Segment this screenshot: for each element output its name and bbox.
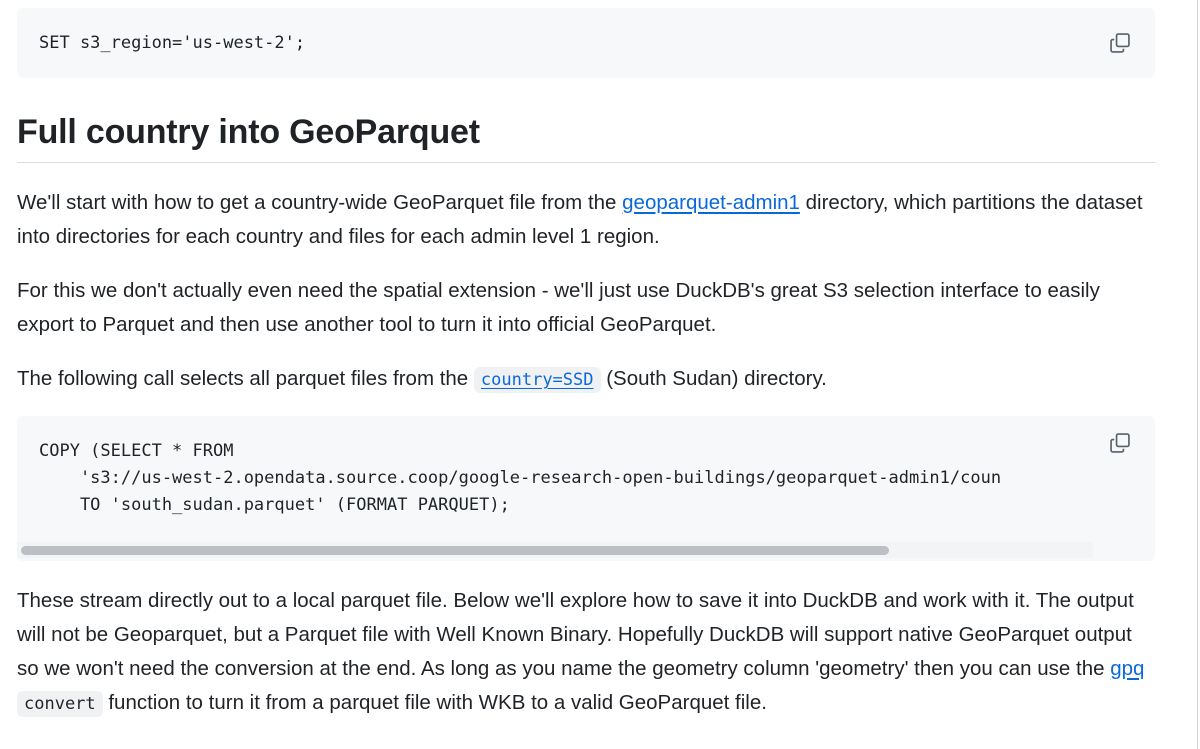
gpq-link[interactable]: gpq: [1110, 657, 1144, 680]
paragraph-stream-output: These stream directly out to a local par…: [17, 584, 1155, 721]
page-edge-divider: [1197, 0, 1198, 749]
code-line: TO 'south_sudan.parquet' (FORMAT PARQUET…: [39, 495, 510, 515]
paragraph-intro: We'll start with how to get a country-wi…: [17, 186, 1155, 254]
text-span: The following call selects all parquet f…: [17, 367, 474, 390]
copy-button[interactable]: [1105, 30, 1135, 60]
geoparquet-admin1-link[interactable]: geoparquet-admin1: [622, 191, 800, 214]
code-block-copy-select: COPY (SELECT * FROM 's3://us-west-2.open…: [17, 416, 1155, 561]
heading-divider: [17, 162, 1155, 163]
copy-button[interactable]: [1105, 430, 1135, 460]
code-text[interactable]: SET s3_region='us-west-2';: [39, 30, 305, 57]
country-ssd-code-link[interactable]: country=SSD: [473, 367, 601, 393]
copy-icon: [1109, 432, 1131, 459]
horizontal-scrollbar[interactable]: [17, 542, 1093, 558]
convert-inline-code: convert: [17, 691, 103, 717]
text-span: These stream directly out to a local par…: [17, 589, 1134, 680]
code-line: 's3://us-west-2.opendata.source.coop/goo…: [39, 468, 1002, 488]
section-heading: Full country into GeoParquet: [17, 113, 480, 151]
text-span: function to turn it from a parquet file …: [102, 691, 767, 714]
code-line: COPY (SELECT * FROM: [39, 441, 234, 461]
paragraph-spatial-extension: For this we don't actually even need the…: [17, 279, 1100, 336]
code-text[interactable]: COPY (SELECT * FROM 's3://us-west-2.open…: [39, 438, 1001, 519]
copy-icon: [1109, 32, 1131, 59]
code-block-s3-region: SET s3_region='us-west-2';: [17, 8, 1155, 78]
text-span: We'll start with how to get a country-wi…: [17, 191, 623, 214]
scrollbar-thumb[interactable]: [21, 546, 889, 555]
text-span: (South Sudan) directory.: [600, 367, 827, 390]
paragraph-following-call: The following call selects all parquet f…: [17, 362, 1155, 397]
code-scroll-area[interactable]: COPY (SELECT * FROM 's3://us-west-2.open…: [17, 416, 1093, 561]
